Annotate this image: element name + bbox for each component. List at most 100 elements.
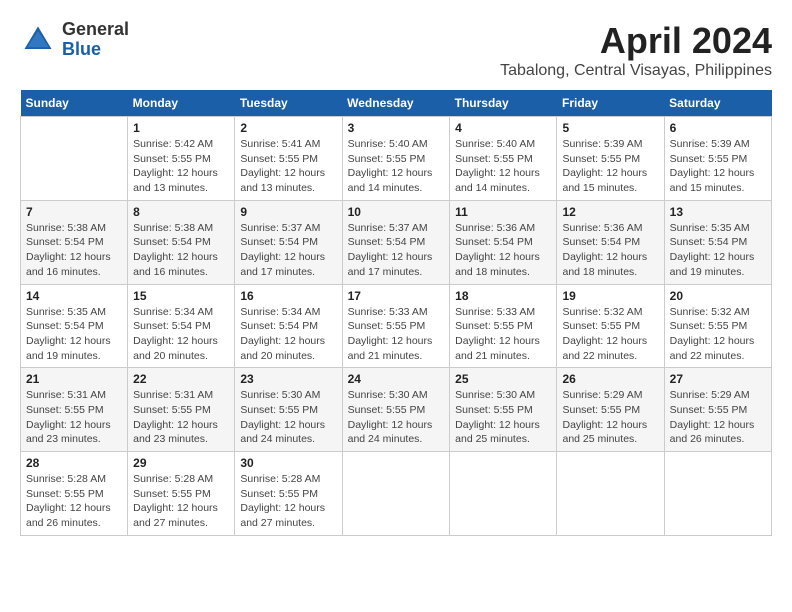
day-info: Sunrise: 5:29 AM Sunset: 5:55 PM Dayligh… <box>670 388 766 447</box>
day-info: Sunrise: 5:28 AM Sunset: 5:55 PM Dayligh… <box>133 472 229 531</box>
day-info: Sunrise: 5:30 AM Sunset: 5:55 PM Dayligh… <box>240 388 336 447</box>
calendar-cell: 22 Sunrise: 5:31 AM Sunset: 5:55 PM Dayli… <box>128 368 235 452</box>
calendar-week-row: 21 Sunrise: 5:31 AM Sunset: 5:55 PM Dayli… <box>21 368 772 452</box>
calendar-cell: 6 Sunrise: 5:39 AM Sunset: 5:55 PM Daylig… <box>664 117 771 201</box>
day-number: 9 <box>240 205 336 219</box>
calendar-cell: 28 Sunrise: 5:28 AM Sunset: 5:55 PM Dayli… <box>21 452 128 536</box>
day-info: Sunrise: 5:32 AM Sunset: 5:55 PM Dayligh… <box>562 305 658 364</box>
day-number: 27 <box>670 372 766 386</box>
calendar-cell: 16 Sunrise: 5:34 AM Sunset: 5:54 PM Dayli… <box>235 284 342 368</box>
weekday-header-monday: Monday <box>128 90 235 117</box>
day-info: Sunrise: 5:34 AM Sunset: 5:54 PM Dayligh… <box>240 305 336 364</box>
logo-blue-text: Blue <box>62 40 129 60</box>
location-title: Tabalong, Central Visayas, Philippines <box>500 62 772 80</box>
calendar-cell: 26 Sunrise: 5:29 AM Sunset: 5:55 PM Dayli… <box>557 368 664 452</box>
day-info: Sunrise: 5:29 AM Sunset: 5:55 PM Dayligh… <box>562 388 658 447</box>
weekday-header-thursday: Thursday <box>450 90 557 117</box>
day-number: 30 <box>240 456 336 470</box>
calendar-cell: 10Sunrise: 5:37 AM Sunset: 5:54 PM Dayli… <box>342 200 450 284</box>
day-number: 21 <box>26 372 122 386</box>
calendar-cell: 21 Sunrise: 5:31 AM Sunset: 5:55 PM Dayli… <box>21 368 128 452</box>
calendar-cell: 13 Sunrise: 5:35 AM Sunset: 5:54 PM Dayli… <box>664 200 771 284</box>
day-number: 25 <box>455 372 551 386</box>
day-info: Sunrise: 5:36 AM Sunset: 5:54 PM Dayligh… <box>562 221 658 280</box>
day-number: 14 <box>26 289 122 303</box>
day-info: Sunrise: 5:36 AM Sunset: 5:54 PM Dayligh… <box>455 221 551 280</box>
day-info: Sunrise: 5:30 AM Sunset: 5:55 PM Dayligh… <box>455 388 551 447</box>
day-number: 16 <box>240 289 336 303</box>
calendar-cell: 2 Sunrise: 5:41 AM Sunset: 5:55 PM Daylig… <box>235 117 342 201</box>
calendar-cell: 8 Sunrise: 5:38 AM Sunset: 5:54 PM Daylig… <box>128 200 235 284</box>
calendar-cell: 12Sunrise: 5:36 AM Sunset: 5:54 PM Dayli… <box>557 200 664 284</box>
calendar-cell: 11 Sunrise: 5:36 AM Sunset: 5:54 PM Dayli… <box>450 200 557 284</box>
day-number: 28 <box>26 456 122 470</box>
day-number: 29 <box>133 456 229 470</box>
day-info: Sunrise: 5:38 AM Sunset: 5:54 PM Dayligh… <box>26 221 122 280</box>
day-info: Sunrise: 5:35 AM Sunset: 5:54 PM Dayligh… <box>670 221 766 280</box>
day-info: Sunrise: 5:37 AM Sunset: 5:54 PM Dayligh… <box>240 221 336 280</box>
day-number: 1 <box>133 121 229 135</box>
day-number: 13 <box>670 205 766 219</box>
day-number: 15 <box>133 289 229 303</box>
calendar-cell <box>342 452 450 536</box>
logo-general-text: General <box>62 20 129 40</box>
day-info: Sunrise: 5:38 AM Sunset: 5:54 PM Dayligh… <box>133 221 229 280</box>
day-info: Sunrise: 5:31 AM Sunset: 5:55 PM Dayligh… <box>26 388 122 447</box>
calendar-cell: 1 Sunrise: 5:42 AM Sunset: 5:55 PM Daylig… <box>128 117 235 201</box>
day-info: Sunrise: 5:35 AM Sunset: 5:54 PM Dayligh… <box>26 305 122 364</box>
calendar-cell: 9 Sunrise: 5:37 AM Sunset: 5:54 PM Daylig… <box>235 200 342 284</box>
day-info: Sunrise: 5:32 AM Sunset: 5:55 PM Dayligh… <box>670 305 766 364</box>
day-info: Sunrise: 5:30 AM Sunset: 5:55 PM Dayligh… <box>348 388 445 447</box>
page-header: General Blue April 2024 Tabalong, Centra… <box>20 20 772 80</box>
calendar-cell: 29 Sunrise: 5:28 AM Sunset: 5:55 PM Dayli… <box>128 452 235 536</box>
day-number: 26 <box>562 372 658 386</box>
day-number: 10 <box>348 205 445 219</box>
weekday-header-tuesday: Tuesday <box>235 90 342 117</box>
logo-text: General Blue <box>62 20 129 60</box>
calendar-cell: 30Sunrise: 5:28 AM Sunset: 5:55 PM Dayli… <box>235 452 342 536</box>
day-number: 23 <box>240 372 336 386</box>
calendar-cell: 18Sunrise: 5:33 AM Sunset: 5:55 PM Dayli… <box>450 284 557 368</box>
day-number: 8 <box>133 205 229 219</box>
calendar-week-row: 28 Sunrise: 5:28 AM Sunset: 5:55 PM Dayli… <box>21 452 772 536</box>
day-number: 17 <box>348 289 445 303</box>
calendar-cell: 25 Sunrise: 5:30 AM Sunset: 5:55 PM Dayli… <box>450 368 557 452</box>
calendar-cell <box>450 452 557 536</box>
calendar-table: SundayMondayTuesdayWednesdayThursdayFrid… <box>20 90 772 536</box>
day-info: Sunrise: 5:31 AM Sunset: 5:55 PM Dayligh… <box>133 388 229 447</box>
calendar-cell: 15 Sunrise: 5:34 AM Sunset: 5:54 PM Dayli… <box>128 284 235 368</box>
calendar-cell <box>664 452 771 536</box>
day-number: 7 <box>26 205 122 219</box>
month-title: April 2024 <box>500 20 772 62</box>
day-number: 6 <box>670 121 766 135</box>
calendar-week-row: 1 Sunrise: 5:42 AM Sunset: 5:55 PM Daylig… <box>21 117 772 201</box>
day-number: 22 <box>133 372 229 386</box>
day-info: Sunrise: 5:28 AM Sunset: 5:55 PM Dayligh… <box>26 472 122 531</box>
day-number: 3 <box>348 121 445 135</box>
day-number: 20 <box>670 289 766 303</box>
day-info: Sunrise: 5:34 AM Sunset: 5:54 PM Dayligh… <box>133 305 229 364</box>
weekday-header-saturday: Saturday <box>664 90 771 117</box>
calendar-cell: 5Sunrise: 5:39 AM Sunset: 5:55 PM Daylig… <box>557 117 664 201</box>
calendar-cell: 24Sunrise: 5:30 AM Sunset: 5:55 PM Dayli… <box>342 368 450 452</box>
day-number: 2 <box>240 121 336 135</box>
calendar-cell: 3Sunrise: 5:40 AM Sunset: 5:55 PM Daylig… <box>342 117 450 201</box>
calendar-week-row: 7 Sunrise: 5:38 AM Sunset: 5:54 PM Daylig… <box>21 200 772 284</box>
day-info: Sunrise: 5:40 AM Sunset: 5:55 PM Dayligh… <box>455 137 551 196</box>
day-info: Sunrise: 5:41 AM Sunset: 5:55 PM Dayligh… <box>240 137 336 196</box>
day-number: 18 <box>455 289 551 303</box>
calendar-week-row: 14 Sunrise: 5:35 AM Sunset: 5:54 PM Dayli… <box>21 284 772 368</box>
calendar-cell <box>21 117 128 201</box>
calendar-cell: 23 Sunrise: 5:30 AM Sunset: 5:55 PM Dayli… <box>235 368 342 452</box>
weekday-header-wednesday: Wednesday <box>342 90 450 117</box>
day-info: Sunrise: 5:39 AM Sunset: 5:55 PM Dayligh… <box>562 137 658 196</box>
logo-icon <box>20 22 56 58</box>
logo: General Blue <box>20 20 129 60</box>
calendar-cell: 27 Sunrise: 5:29 AM Sunset: 5:55 PM Dayli… <box>664 368 771 452</box>
day-info: Sunrise: 5:42 AM Sunset: 5:55 PM Dayligh… <box>133 137 229 196</box>
day-info: Sunrise: 5:33 AM Sunset: 5:55 PM Dayligh… <box>348 305 445 364</box>
day-info: Sunrise: 5:39 AM Sunset: 5:55 PM Dayligh… <box>670 137 766 196</box>
title-area: April 2024 Tabalong, Central Visayas, Ph… <box>500 20 772 80</box>
day-number: 11 <box>455 205 551 219</box>
calendar-cell: 20 Sunrise: 5:32 AM Sunset: 5:55 PM Dayli… <box>664 284 771 368</box>
